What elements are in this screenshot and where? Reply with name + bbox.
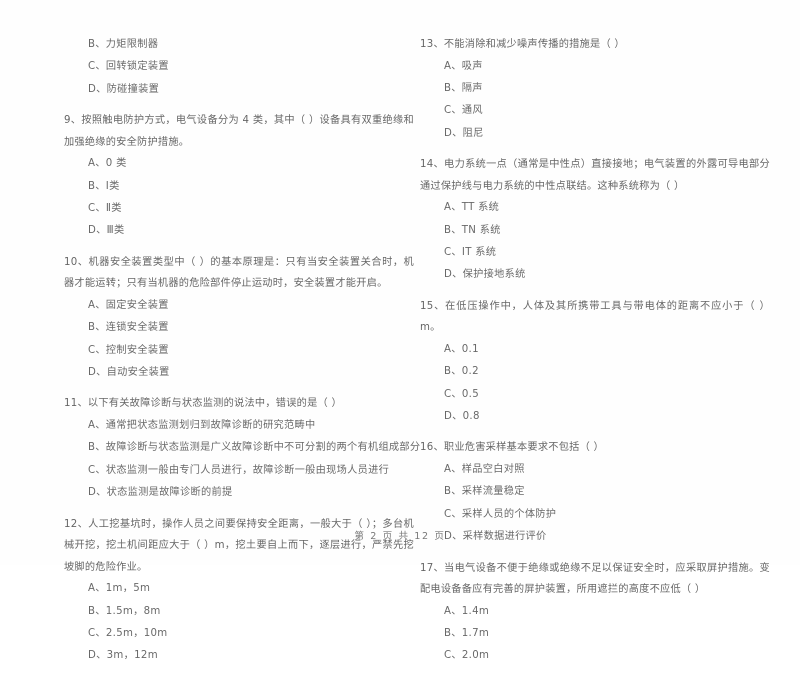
option-item: B、Ⅰ类 — [88, 180, 120, 192]
question-stem: 15、在低压操作中，人体及其所携带工具与带电体的距离不应小于（ ）m。 — [420, 300, 770, 334]
option-item: A、1m，5m — [88, 583, 151, 595]
question-stem: 9、按照触电防护方式，电气设备分为 4 类，其中（ ）设备具有双重绝缘和加强绝缘… — [64, 115, 414, 148]
question-15: 15、在低压操作中，人体及其所携带工具与带电体的距离不应小于（ ）m。 A、0.… — [420, 296, 770, 429]
left-column: B、力矩限制器 C、回转锁定装置 D、防碰撞装置 9、按照触电防护方式，电气设备… — [64, 34, 421, 677]
option-item: B、1.7m — [444, 627, 490, 639]
option-item: B、TN 系统 — [444, 224, 501, 236]
option-item: C、采样人员的个体防护 — [444, 508, 557, 520]
option-item: D、阻尼 — [444, 127, 484, 139]
option-item: D、0.8 — [444, 410, 480, 422]
page-footer: 第 2 页 共 12 页 — [354, 531, 446, 542]
question-11: 11、以下有关故障诊断与状态监测的说法中，错误的是（ ） A、通常把状态监测划归… — [64, 393, 421, 504]
question-10: 10、机器安全装置类型中（ ）的基本原理是：只有当安全装置关合时，机器才能运转；… — [64, 252, 414, 385]
option-item: A、0 类 — [88, 158, 127, 170]
two-column-body: B、力矩限制器 C、回转锁定装置 D、防碰撞装置 9、按照触电防护方式，电气设备… — [0, 34, 800, 677]
question-stem: 13、不能消除和减少噪声传播的措施是（ ） — [420, 39, 625, 50]
option-item: C、2.0m — [444, 650, 490, 662]
option-item: A、通常把状态监测划归到故障诊断的研究范畴中 — [88, 419, 316, 431]
option-item: D、Ⅲ类 — [88, 225, 125, 237]
question-17: 17、当电气设备不便于绝缘或绝缘不足以保证安全时，应采取屏护措施。变配电设备备应… — [420, 558, 770, 668]
right-column: 13、不能消除和减少噪声传播的措施是（ ） A、吸声 B、隔声 C、通风 D、阻… — [420, 34, 770, 677]
option-item: A、0.1 — [444, 343, 479, 355]
question-stem: 12、人工挖基坑时，操作人员之间要保持安全距离，一般大于（ ）；多台机械开挖，挖… — [64, 518, 414, 573]
option-item: D、保护接地系统 — [444, 269, 526, 281]
option-item: D、3m，12m — [88, 650, 158, 662]
option-item: B、1.5m，8m — [88, 605, 161, 617]
option-item: B、0.2 — [444, 366, 479, 378]
option-item: C、控制安全装置 — [88, 344, 169, 356]
question-14: 14、电力系统一点（通常是中性点）直接接地；电气装置的外露可导电部分通过保护线与… — [420, 154, 770, 287]
option-item: B、采样流量稳定 — [444, 486, 525, 498]
option-item: C、Ⅱ类 — [88, 203, 122, 215]
option-item: B、隔声 — [444, 82, 483, 94]
option-item: C、状态监测一般由专门人员进行，故障诊断一般由现场人员进行 — [88, 464, 390, 476]
option-item: A、TT 系统 — [444, 202, 500, 214]
orphan-option-group: B、力矩限制器 C、回转锁定装置 D、防碰撞装置 — [64, 34, 414, 101]
option-item: D、状态监测是故障诊断的前提 — [88, 487, 233, 499]
question-13: 13、不能消除和减少噪声传播的措施是（ ） A、吸声 B、隔声 C、通风 D、阻… — [420, 34, 770, 145]
question-stem: 11、以下有关故障诊断与状态监测的说法中，错误的是（ ） — [64, 398, 342, 410]
option-item: B、力矩限制器 — [88, 39, 159, 50]
option-item: A、样品空白对照 — [444, 463, 525, 475]
option-item: D、自动安全装置 — [88, 367, 170, 379]
exam-page: B、力矩限制器 C、回转锁定装置 D、防碰撞装置 9、按照触电防护方式，电气设备… — [0, 0, 800, 661]
option-item: C、通风 — [444, 105, 483, 117]
option-item: A、固定安全装置 — [88, 299, 169, 311]
option-item: A、1.4m — [444, 605, 490, 617]
option-item: C、0.5 — [444, 388, 480, 400]
option-item: C、2.5m，10m — [88, 627, 168, 639]
question-9: 9、按照触电防护方式，电气设备分为 4 类，其中（ ）设备具有双重绝缘和加强绝缘… — [64, 110, 414, 243]
option-item: B、连锁安全装置 — [88, 322, 169, 334]
option-item: D、防碰撞装置 — [88, 83, 160, 95]
option-item: C、回转锁定装置 — [88, 61, 169, 73]
question-stem: 14、电力系统一点（通常是中性点）直接接地；电气装置的外露可导电部分通过保护线与… — [420, 159, 770, 192]
question-stem: 10、机器安全装置类型中（ ）的基本原理是：只有当安全装置关合时，机器才能运转；… — [64, 256, 414, 290]
question-stem: 17、当电气设备不便于绝缘或绝缘不足以保证安全时，应采取屏护措施。变配电设备备应… — [420, 562, 770, 596]
option-item: C、IT 系统 — [444, 246, 497, 258]
option-item: A、吸声 — [444, 60, 483, 72]
option-item: B、故障诊断与状态监测是广义故障诊断中不可分割的两个有机组成部分 — [88, 442, 421, 454]
question-stem: 16、职业危害采样基本要求不包括（ ） — [420, 442, 604, 454]
